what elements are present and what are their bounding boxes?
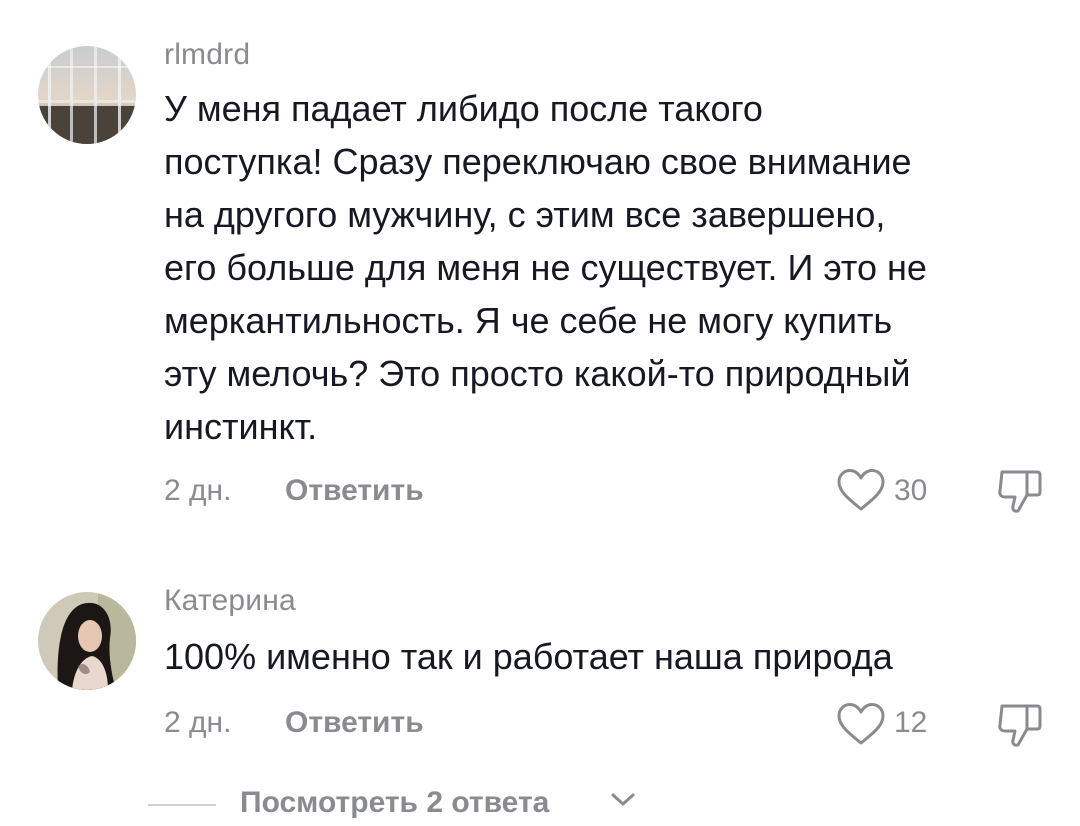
divider-line <box>148 804 216 806</box>
thumbs-down-icon[interactable] <box>996 466 1044 516</box>
like-count: 12 <box>894 706 928 739</box>
chevron-down-icon[interactable] <box>610 792 636 808</box>
comment-time: 2 дн. <box>164 474 232 507</box>
comment-text: У меня падает либидо после такого поступ… <box>164 88 927 447</box>
avatar[interactable] <box>38 46 136 144</box>
reply-button[interactable]: Ответить <box>285 474 424 508</box>
reply-button[interactable]: Ответить <box>285 706 424 740</box>
view-replies-label[interactable]: Посмотреть 2 ответа <box>240 786 549 820</box>
thumbs-down-icon[interactable] <box>996 700 1044 750</box>
comment-username[interactable]: Катерина <box>164 584 296 618</box>
heart-icon[interactable] <box>836 468 886 512</box>
comment-text: 100% именно так и работает наша природа <box>164 636 893 677</box>
heart-icon[interactable] <box>836 702 886 746</box>
avatar-image <box>38 592 136 690</box>
comment-username[interactable]: rlmdrd <box>164 38 250 72</box>
avatar-image <box>38 46 136 144</box>
like-count: 30 <box>894 474 928 507</box>
comment-time: 2 дн. <box>164 706 232 739</box>
avatar[interactable] <box>38 592 136 690</box>
